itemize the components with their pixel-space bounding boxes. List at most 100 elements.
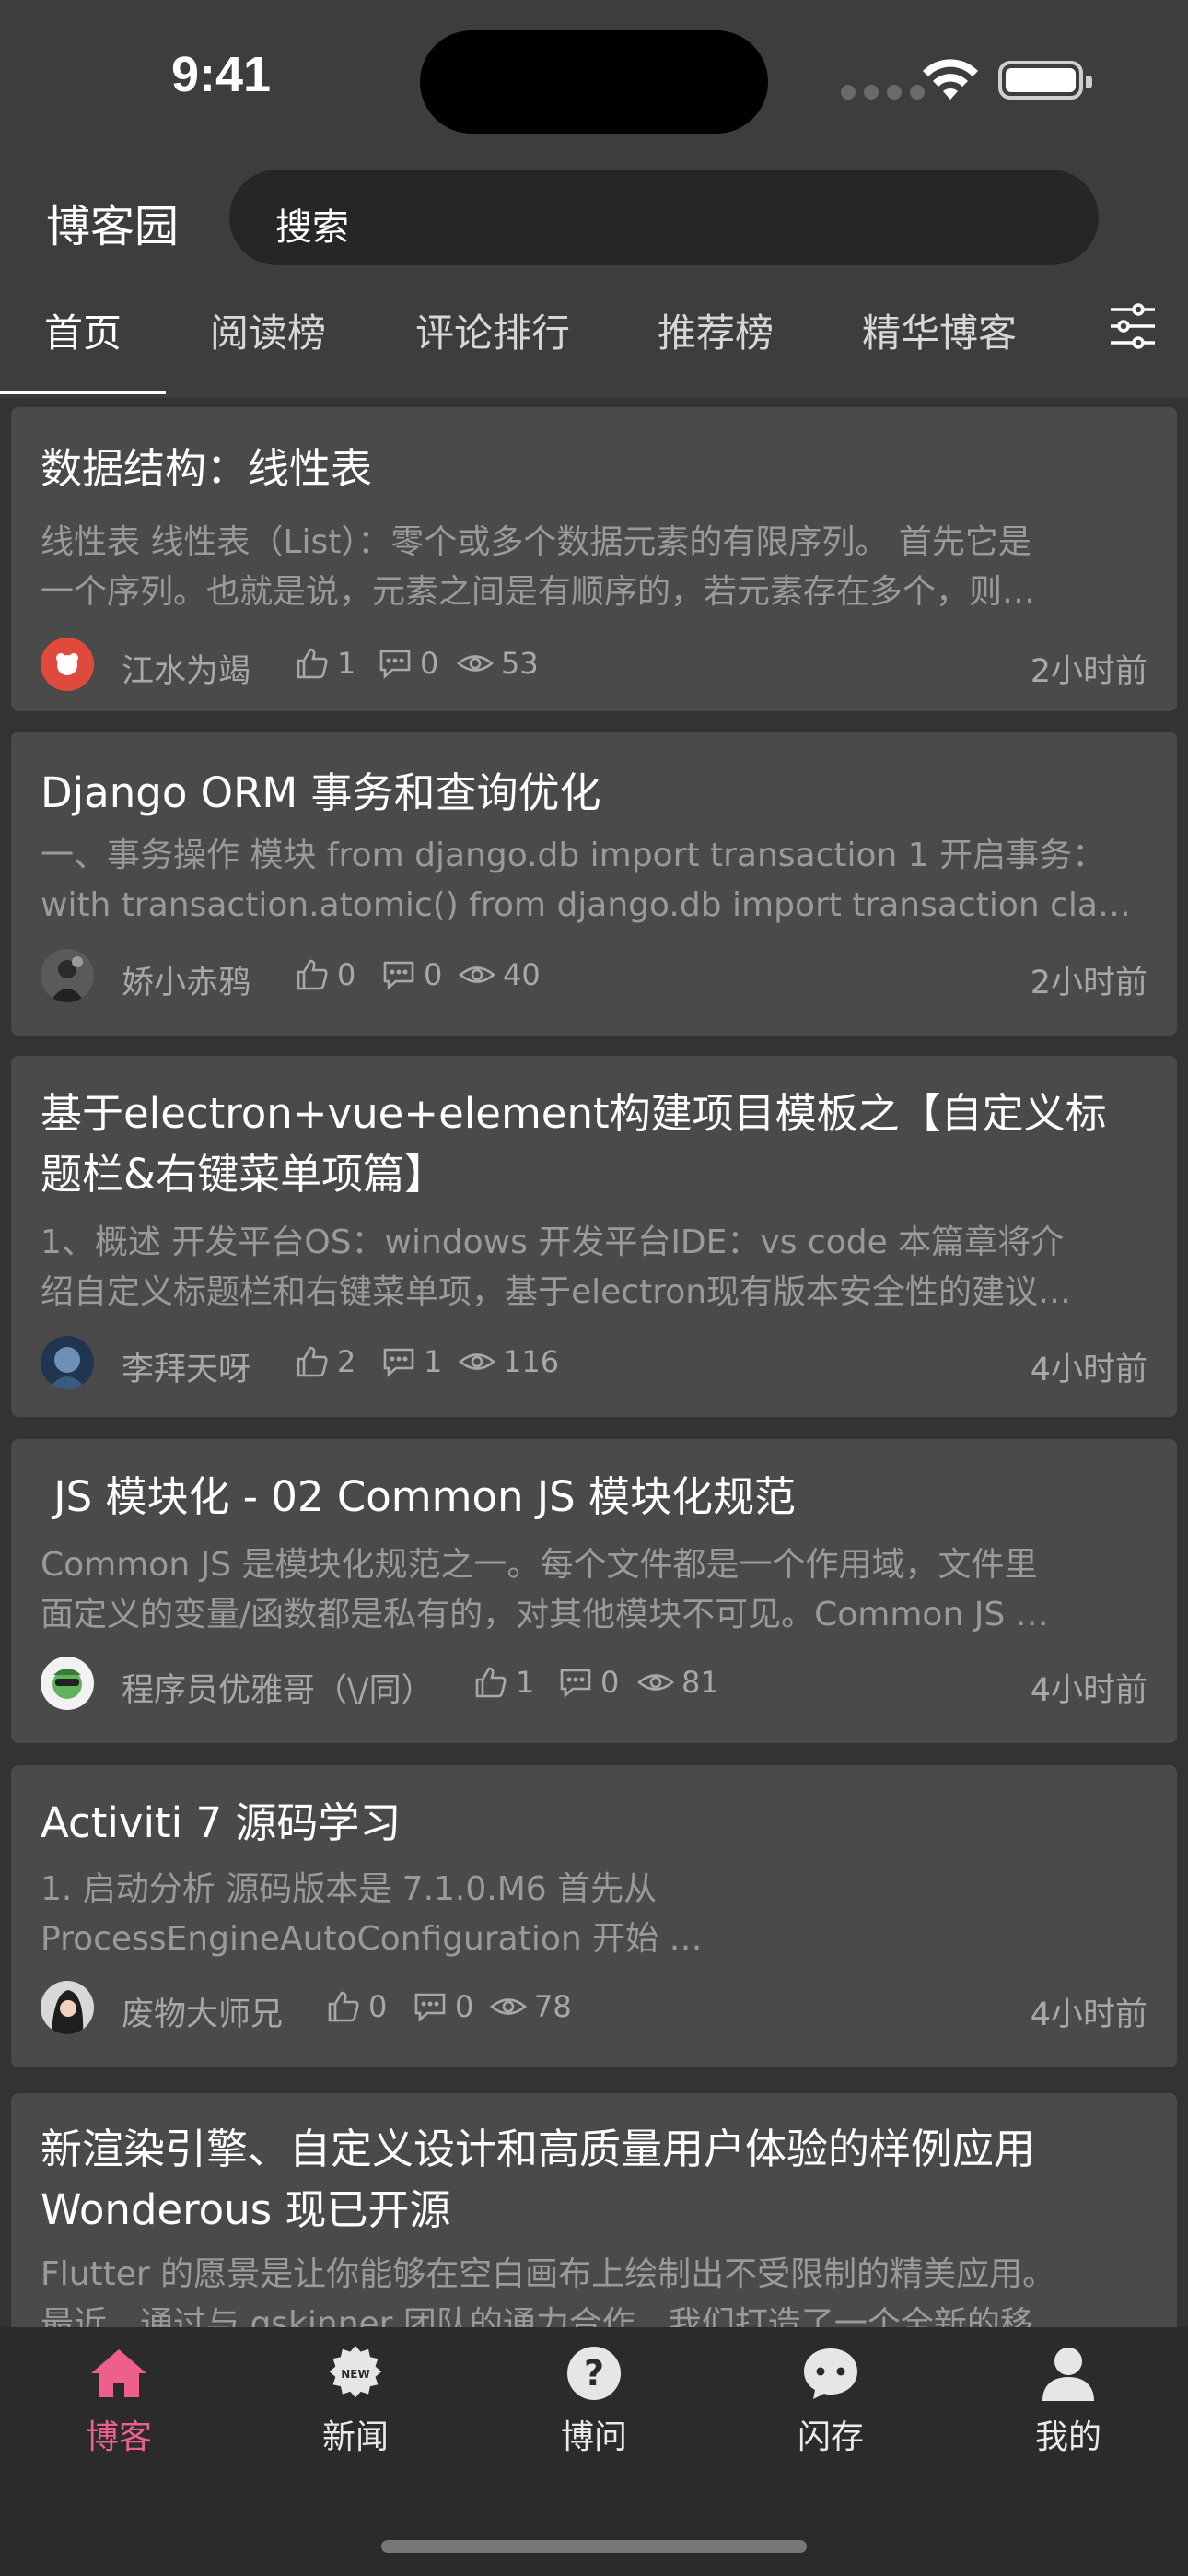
nav-label: 博问 — [560, 2418, 627, 2456]
comment-count: 0 — [413, 1986, 473, 2027]
author-name[interactable]: 李拜天呀 — [122, 1343, 250, 1390]
post-meta: 江水为竭 1 0 53 2小时前 — [41, 638, 1147, 693]
author-name[interactable]: 程序员优雅哥（\/同） — [122, 1664, 434, 1711]
comment-icon — [383, 1348, 414, 1377]
comment-count: 0 — [381, 954, 442, 995]
question-icon: ? — [567, 2347, 621, 2400]
post-summary: 1、概述 开发平台OS：windows 开发平台IDE：vs code 本篇章将… — [41, 1224, 1072, 1311]
eye-icon — [459, 1353, 495, 1370]
nav-me[interactable]: 我的 — [995, 2346, 1142, 2458]
post-time: 2小时前 — [1030, 653, 1147, 690]
view-count: 116 — [459, 1341, 559, 1382]
thumbs-up-icon — [297, 959, 328, 990]
comment-icon — [560, 1669, 591, 1698]
avatar[interactable] — [41, 1657, 94, 1710]
nav-label: 闪存 — [797, 2418, 864, 2456]
post-summary: Common JS 是模块化规范之一。每个文件都是一个作用域，文件里 面定义的变… — [41, 1546, 1049, 1633]
author-name[interactable]: 娇小赤鸦 — [122, 956, 250, 1003]
post-list[interactable]: 数据结构：线性表 线性表 线性表（List）：零个或多个数据元素的有限序列。 首… — [0, 398, 1188, 2327]
cellular-signal-icon — [841, 85, 925, 100]
battery-icon — [998, 61, 1092, 100]
post-time: 4小时前 — [1030, 1996, 1147, 2033]
home-icon — [91, 2349, 146, 2397]
nav-flash[interactable]: 闪存 — [757, 2346, 904, 2458]
post-meta: 娇小赤鸦 0 0 40 2小时前 — [41, 949, 1147, 1004]
post-summary: 一、事务操作 模块 from django.db import transact… — [41, 837, 1131, 924]
search-placeholder: 搜索 — [275, 206, 349, 249]
avatar[interactable] — [41, 1981, 94, 2034]
view-count: 53 — [457, 643, 539, 684]
post-title[interactable]: 新渲染引擎、自定义设计和高质量用户体验的样例应用 Wonderous 现已开源 — [41, 2119, 1155, 2241]
post-card[interactable]: 基于electron+vue+element构建项目模板之【自定义标 题栏&右键… — [11, 1056, 1177, 1417]
post-card[interactable]: 数据结构：线性表 线性表 线性表（List）：零个或多个数据元素的有限序列。 首… — [11, 407, 1177, 711]
post-time: 4小时前 — [1030, 1672, 1147, 1709]
tab-home[interactable]: 首页 — [44, 302, 122, 358]
view-count: 40 — [459, 954, 541, 995]
post-meta: 废物大师兄 0 0 78 4小时前 — [41, 1981, 1147, 2036]
wifi-icon — [923, 59, 978, 100]
author-name[interactable]: 江水为竭 — [122, 645, 250, 692]
view-count: 81 — [637, 1662, 719, 1703]
nav-blog[interactable]: 博客 — [45, 2346, 192, 2458]
like-count: 0 — [326, 1986, 387, 2027]
like-count: 1 — [295, 643, 355, 684]
like-count: 0 — [295, 954, 355, 995]
home-indicator[interactable] — [381, 2540, 807, 2553]
profile-icon — [1042, 2348, 1094, 2401]
post-summary: 1. 启动分析 源码版本是 7.1.0.M6 首先从 ProcessEngine… — [41, 1870, 703, 1958]
tab-indicator — [0, 391, 166, 394]
nav-label: 新闻 — [321, 2418, 389, 2456]
post-time: 2小时前 — [1030, 965, 1147, 1001]
svg-text:NEW: NEW — [341, 2368, 369, 2381]
avatar[interactable] — [41, 638, 94, 691]
tab-comment-rank[interactable]: 评论排行 — [415, 302, 570, 358]
status-time: 9:41 — [171, 47, 272, 102]
post-card[interactable]: JS 模块化 - 02 Common JS 模块化规范 Common JS 是模… — [11, 1439, 1177, 1743]
thumbs-up-icon — [297, 648, 328, 679]
post-card[interactable]: Django ORM 事务和查询优化 一、事务操作 模块 from django… — [11, 732, 1177, 1036]
post-summary: 线性表 线性表（List）：零个或多个数据元素的有限序列。 首先它是 一个序列。… — [41, 523, 1036, 611]
post-title[interactable]: Django ORM 事务和查询优化 — [41, 763, 1155, 824]
nav-questions[interactable]: ? 博问 — [520, 2346, 668, 2458]
like-count: 1 — [473, 1662, 534, 1703]
nav-label: 博客 — [85, 2418, 152, 2456]
post-card[interactable]: Activiti 7 源码学习 1. 启动分析 源码版本是 7.1.0.M6 首… — [11, 1765, 1177, 2067]
post-meta: 程序员优雅哥（\/同） 1 0 81 4小时前 — [41, 1657, 1147, 1712]
post-title[interactable]: 数据结构：线性表 — [41, 439, 1155, 499]
bottom-tab-bar: 博客 NEW 新闻 ? 博问 闪存 我的 — [0, 2327, 1188, 2576]
tab-featured-blogs[interactable]: 精华博客 — [862, 302, 1017, 358]
tab-reading-rank[interactable]: 阅读榜 — [210, 302, 326, 358]
comment-count: 1 — [381, 1341, 442, 1382]
comment-icon — [414, 1993, 446, 2022]
eye-icon — [457, 655, 494, 672]
nav-news[interactable]: NEW 新闻 — [282, 2346, 429, 2458]
svg-text:?: ? — [584, 2353, 604, 2394]
thumbs-up-icon — [328, 1991, 359, 2022]
comment-icon — [379, 650, 411, 679]
post-summary: Flutter 的愿景是让你能够在空白画布上绘制出不受限制的精美应用。 最近，通… — [41, 2255, 1066, 2327]
post-meta: 李拜天呀 2 1 116 4小时前 — [41, 1336, 1147, 1391]
view-count: 78 — [490, 1986, 572, 2027]
filter-settings-icon[interactable] — [1107, 300, 1159, 352]
post-title[interactable]: JS 模块化 - 02 Common JS 模块化规范 — [41, 1467, 1155, 1528]
tab-recommend-rank[interactable]: 推荐榜 — [658, 302, 774, 358]
nav-label: 我的 — [1034, 2418, 1101, 2456]
post-title[interactable]: 基于electron+vue+element构建项目模板之【自定义标 题栏&右键… — [41, 1083, 1155, 1205]
avatar[interactable] — [41, 1336, 94, 1389]
post-card[interactable]: 新渲染引擎、自定义设计和高质量用户体验的样例应用 Wonderous 现已开源 … — [11, 2093, 1177, 2327]
thumbs-up-icon — [297, 1346, 328, 1377]
category-tabs: 首页 阅读榜 评论排行 推荐榜 精华博客 — [0, 293, 1188, 396]
comment-count: 0 — [378, 643, 438, 684]
post-title[interactable]: Activiti 7 源码学习 — [41, 1793, 1155, 1854]
eye-icon — [637, 1674, 674, 1691]
thumbs-up-icon — [475, 1667, 507, 1698]
avatar[interactable] — [41, 949, 94, 1002]
app-title: 博客园 — [46, 201, 180, 252]
comment-count: 0 — [558, 1662, 619, 1703]
status-bar: 9:41 — [0, 0, 1188, 161]
post-time: 4小时前 — [1030, 1352, 1147, 1388]
eye-icon — [490, 1998, 527, 2015]
author-name[interactable]: 废物大师兄 — [122, 1988, 283, 2035]
like-count: 2 — [295, 1341, 355, 1382]
search-input[interactable]: 搜索 — [229, 170, 1099, 265]
